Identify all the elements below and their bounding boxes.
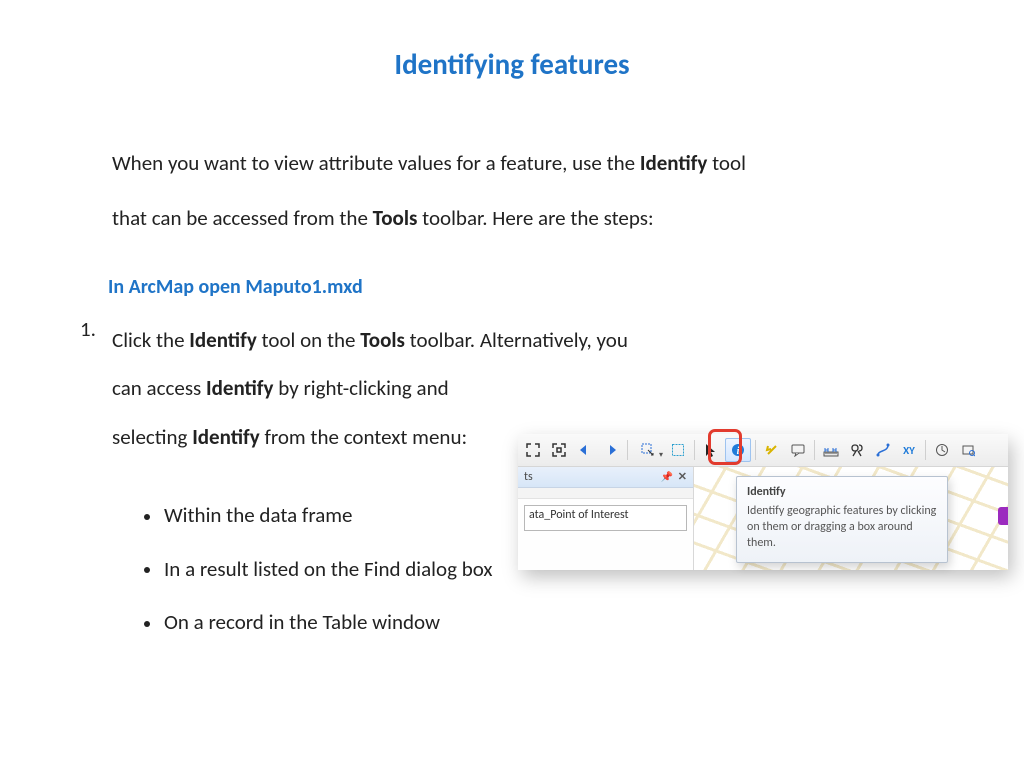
bullet-dot-icon — [144, 621, 150, 627]
step-seg1d: Tools — [360, 327, 405, 353]
hyperlink-icon[interactable] — [760, 439, 784, 461]
step-seg3a: selecting — [112, 424, 192, 450]
html-popup-icon[interactable] — [786, 439, 810, 461]
step-seg2a: can access — [112, 375, 206, 401]
panel-title: ts — [524, 467, 533, 487]
forward-extent-icon[interactable] — [599, 439, 623, 461]
step-seg3c: from the context menu: — [264, 424, 467, 450]
intro-text-2b: toolbar. Here are the steps: — [417, 205, 653, 231]
intro-text-2a: that can be accessed from the — [112, 205, 373, 231]
intro-bold-identify: Identify — [640, 150, 708, 176]
pin-icon[interactable]: 📌 — [661, 470, 673, 483]
slide: Identifying features When you want to vi… — [0, 0, 1024, 768]
bullet-text: On a record in the Table window — [164, 609, 440, 635]
step-number: 1. — [80, 316, 96, 342]
back-extent-icon[interactable] — [573, 439, 597, 461]
time-slider-icon[interactable] — [930, 439, 954, 461]
toolbar-separator — [694, 440, 695, 460]
bullet-item: Within the data frame — [140, 500, 493, 532]
intro-paragraph: When you want to view attribute values f… — [112, 136, 912, 245]
dropdown-arrow-icon: ▾ — [659, 450, 663, 460]
step-seg2c: by right-clicking and — [274, 375, 449, 401]
red-highlight-box — [708, 429, 742, 465]
bullet-text: Within the data frame — [164, 502, 353, 528]
select-features-icon[interactable]: ▾ — [632, 439, 664, 461]
table-of-contents-panel: ts 📌 ✕ ata_Point of Interest — [518, 467, 694, 570]
bullet-item: In a result listed on the Find dialog bo… — [140, 554, 493, 586]
close-icon[interactable]: ✕ — [678, 470, 687, 483]
tools-toolbar: ▾ i — [518, 434, 1008, 467]
step-seg2b: Identify — [206, 375, 274, 401]
tooltip-title: Identify — [747, 485, 937, 499]
create-viewer-icon[interactable] — [956, 439, 980, 461]
step-seg1a: Click the — [112, 327, 189, 353]
panel-toolbar — [518, 488, 693, 499]
toolbar-separator — [925, 440, 926, 460]
find-icon[interactable] — [845, 439, 869, 461]
intro-bold-tools: Tools — [373, 205, 418, 231]
toolbar-separator — [814, 440, 815, 460]
slide-title: Identifying features — [0, 46, 1024, 82]
fixed-zoom-icon[interactable] — [547, 439, 571, 461]
sub-heading: In ArcMap open Maputo1.mxd — [108, 275, 363, 299]
bullet-text: In a result listed on the Find dialog bo… — [164, 556, 493, 582]
find-route-icon[interactable] — [871, 439, 895, 461]
step-seg1b: Identify — [189, 327, 257, 353]
panel-header: ts 📌 ✕ — [518, 467, 693, 488]
bullet-dot-icon — [144, 567, 150, 573]
arcmap-screenshot: ▾ i — [518, 434, 1008, 569]
map-edge-badge — [998, 507, 1008, 525]
clear-selection-icon[interactable] — [666, 439, 690, 461]
toolbar-separator — [627, 440, 628, 460]
full-extent-icon[interactable] — [521, 439, 545, 461]
bullet-item: On a record in the Table window — [140, 607, 493, 639]
measure-icon[interactable] — [819, 439, 843, 461]
layer-name-field[interactable]: ata_Point of Interest — [524, 505, 687, 531]
intro-text-1b: tool — [707, 150, 746, 176]
bullet-list: Within the data frame In a result listed… — [140, 500, 493, 661]
step-seg1e: toolbar. Alternatively, you — [405, 327, 628, 353]
go-to-xy-icon[interactable]: XY — [897, 439, 921, 461]
toolbar-separator — [755, 440, 756, 460]
tooltip-body: Identify geographic features by clicking… — [747, 503, 937, 552]
intro-text-1a: When you want to view attribute values f… — [112, 150, 640, 176]
bullet-dot-icon — [144, 514, 150, 520]
step-seg3b: Identify — [192, 424, 264, 450]
identify-tooltip: Identify Identify geographic features by… — [736, 476, 948, 563]
step-seg1c: tool on the — [257, 327, 360, 353]
